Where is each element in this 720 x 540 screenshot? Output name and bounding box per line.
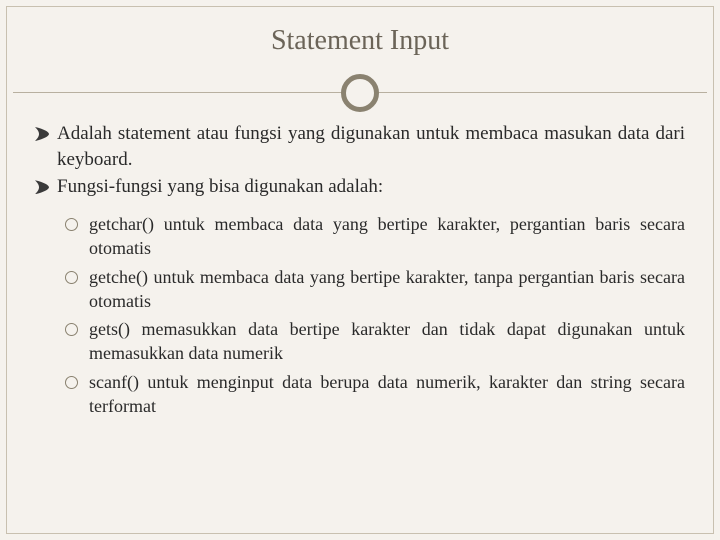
- list-item: Adalah statement atau fungsi yang diguna…: [35, 121, 685, 172]
- list-item: getche() untuk membaca data yang bertipe…: [65, 265, 685, 314]
- divider-circle-icon: [341, 74, 379, 112]
- sub-list: getchar() untuk membaca data yang bertip…: [35, 212, 685, 418]
- list-item: getchar() untuk membaca data yang bertip…: [65, 212, 685, 261]
- content-area: Adalah statement atau fungsi yang diguna…: [7, 115, 713, 418]
- slide-frame: Statement Input Adalah statement atau fu…: [6, 6, 714, 534]
- title-area: Statement Input: [7, 7, 713, 67]
- main-list: Adalah statement atau fungsi yang diguna…: [35, 121, 685, 200]
- list-item: gets() memasukkan data bertipe karakter …: [65, 317, 685, 366]
- divider: [7, 71, 713, 115]
- list-item: scanf() untuk menginput data berupa data…: [65, 370, 685, 419]
- list-item: Fungsi-fungsi yang bisa digunakan adalah…: [35, 174, 685, 200]
- slide-title: Statement Input: [7, 25, 713, 57]
